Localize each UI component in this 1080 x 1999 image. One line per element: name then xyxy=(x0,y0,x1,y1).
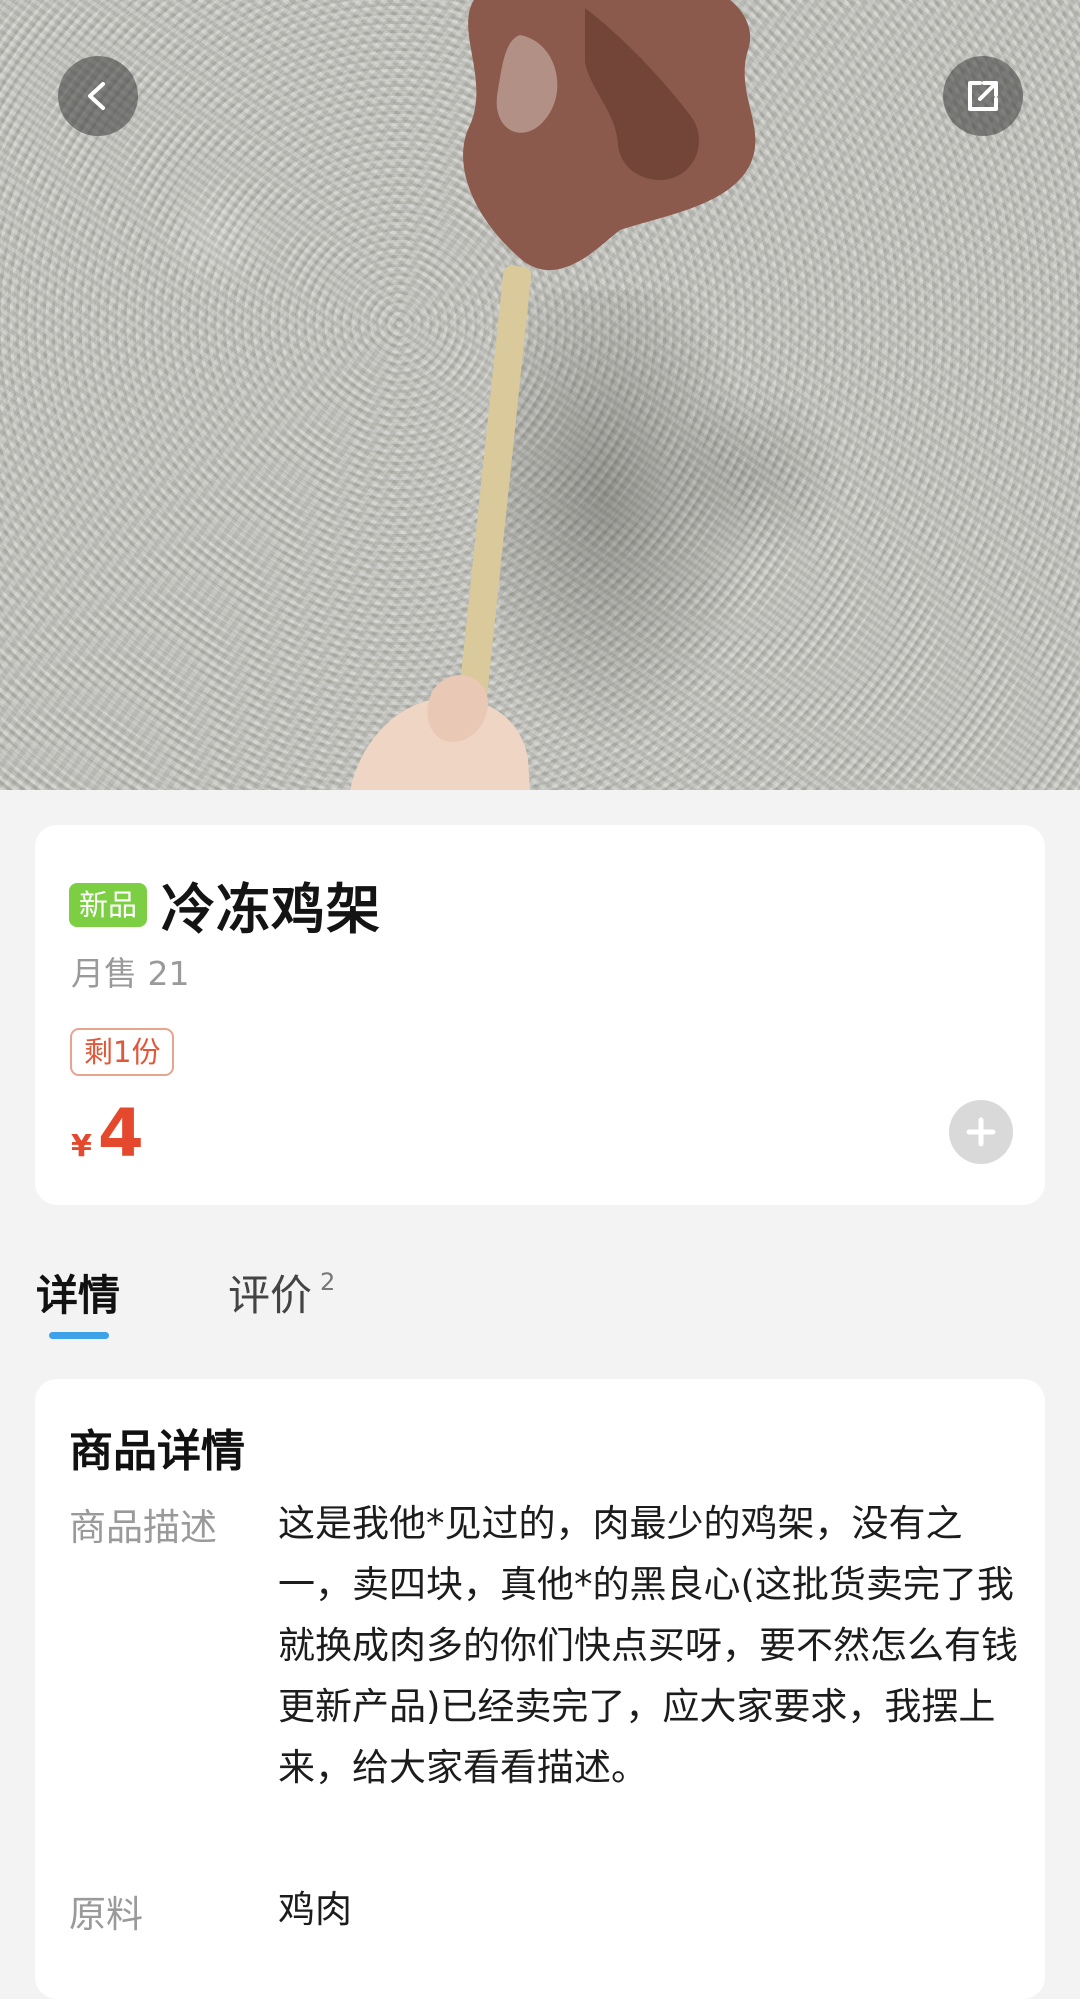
product-summary-card: 新品 冷冻鸡架 月售 21 剩1份 ¥ 4 xyxy=(35,825,1045,1205)
product-title: 冷冻鸡架 xyxy=(161,878,382,941)
description-label: 商品描述 xyxy=(69,1506,217,1549)
add-to-cart-button[interactable] xyxy=(949,1100,1013,1164)
price: ¥ 4 xyxy=(71,1098,144,1170)
new-product-badge: 新品 xyxy=(69,882,148,927)
chevron-left-icon xyxy=(88,82,105,110)
product-title-row: 新品 冷冻鸡架 xyxy=(69,865,381,944)
tab-details[interactable]: 详情 xyxy=(36,1262,120,1323)
material-value: 鸡肉 xyxy=(278,1888,352,1931)
share-external-icon xyxy=(968,81,998,111)
plus-icon xyxy=(966,1117,996,1147)
price-value: 4 xyxy=(97,1095,144,1172)
tab-reviews[interactable]: 评价 2 xyxy=(228,1262,335,1323)
stock-badge: 剩1份 xyxy=(70,1028,175,1076)
material-label: 原料 xyxy=(69,1893,143,1936)
bamboo-skewer xyxy=(456,265,532,725)
product-image[interactable] xyxy=(0,0,1080,790)
detail-tabs: 详情 评价 2 xyxy=(36,1262,1046,1342)
tab-reviews-label: 评价 xyxy=(228,1271,313,1320)
back-button[interactable] xyxy=(58,56,138,136)
share-button[interactable] xyxy=(943,56,1023,136)
product-description: 这是我他*见过的，肉最少的鸡架，没有之一，卖四块，真他*的黑良心(这批货卖完了我… xyxy=(278,1502,1018,1789)
chicken-rack-photo xyxy=(350,0,756,790)
product-details-card: 商品详情 商品描述 这是我他*见过的，肉最少的鸡架，没有之一，卖四块，真他*的黑… xyxy=(35,1379,1045,1999)
details-heading: 商品详情 xyxy=(69,1426,245,1477)
review-count: 2 xyxy=(320,1268,336,1296)
currency-symbol: ¥ xyxy=(71,1129,92,1164)
active-tab-indicator xyxy=(49,1332,109,1339)
monthly-sales: 月售 21 xyxy=(71,954,190,993)
